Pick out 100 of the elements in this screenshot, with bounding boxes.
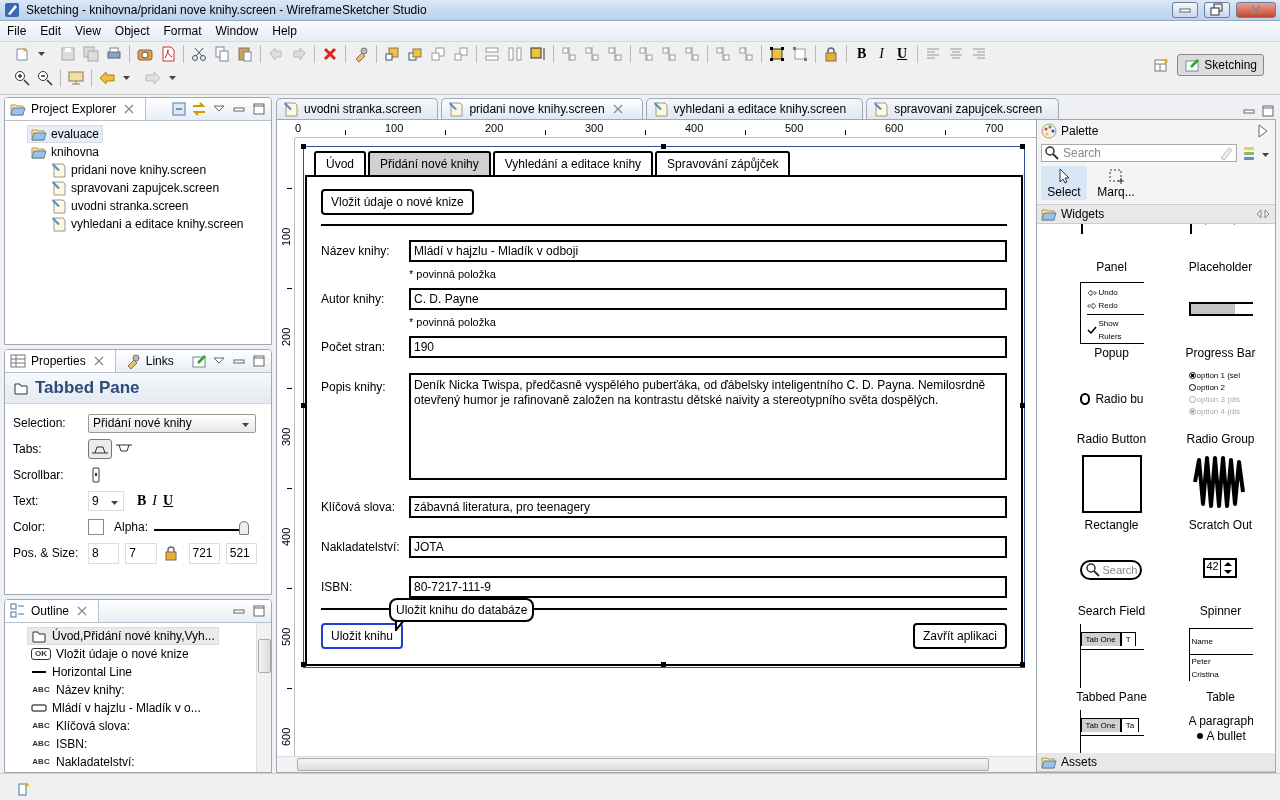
print-icon[interactable] xyxy=(106,46,122,62)
bring-front-icon[interactable] xyxy=(384,46,400,62)
input-field[interactable]: Mládí v hajzlu - Mladík v odboji xyxy=(409,240,1007,262)
maximize-icon[interactable] xyxy=(251,101,267,117)
menu-item[interactable]: Object xyxy=(107,22,157,40)
distribute-icon[interactable] xyxy=(584,46,600,62)
back-arrow-icon[interactable] xyxy=(99,70,115,86)
lock-icon[interactable] xyxy=(162,545,179,561)
new-file-icon[interactable] xyxy=(14,46,30,62)
outline-item[interactable]: ABC Nakladatelství: xyxy=(27,753,139,771)
sync-icon[interactable] xyxy=(191,101,207,117)
mockup-tab[interactable]: Spravování zápůjček xyxy=(655,151,791,175)
group-icon[interactable] xyxy=(769,46,785,62)
outline-item[interactable]: ABC Název knihy: xyxy=(27,681,129,699)
number-field[interactable]: 7 xyxy=(125,542,157,564)
outline-item[interactable]: Horizontal Line xyxy=(27,663,137,681)
tabbed-pane[interactable] xyxy=(303,146,1025,668)
distribute-icon[interactable] xyxy=(715,46,731,62)
search-field[interactable]: Search xyxy=(1041,144,1237,162)
undo-icon[interactable] xyxy=(268,46,284,62)
mockup-tab[interactable]: Přidání nové knihy xyxy=(368,151,491,175)
mockup-button[interactable]: Vložit údaje o nové knize xyxy=(321,189,474,215)
editor-tab[interactable]: vyhledani a editace knihy.screen xyxy=(645,98,864,119)
distribute-icon[interactable] xyxy=(738,46,754,62)
slider-thumb[interactable] xyxy=(239,521,250,535)
align-rows-icon[interactable] xyxy=(484,46,500,62)
widget-label[interactable]: Rectangle xyxy=(1084,518,1139,532)
perspective-button[interactable]: Sketching xyxy=(1177,54,1264,76)
outline-item[interactable]: Úvod,Přidání nové knihy,Vyh... xyxy=(27,627,219,645)
widget-label[interactable]: Radio Button xyxy=(1076,432,1147,446)
lock-icon[interactable] xyxy=(823,46,839,62)
editor-tab[interactable]: uvodni stranka.screen xyxy=(276,98,439,119)
distribute-icon[interactable] xyxy=(607,46,623,62)
selection-handle[interactable] xyxy=(1020,403,1025,408)
restore-button[interactable] xyxy=(1204,2,1230,18)
zoom-out-icon[interactable] xyxy=(37,70,53,86)
tree-item[interactable]: uvodni stranka.screen xyxy=(47,197,193,215)
camera-icon[interactable] xyxy=(137,46,153,62)
tree-item[interactable]: evaluace xyxy=(27,125,104,143)
widget-label[interactable]: Radio Group xyxy=(1186,432,1255,446)
menu-item[interactable]: File xyxy=(0,22,34,40)
widget-label[interactable]: Tabbed Pane xyxy=(1076,690,1147,704)
input-field[interactable]: 190 xyxy=(409,336,1007,358)
maximize-icon[interactable] xyxy=(1260,103,1276,119)
save-icon[interactable] xyxy=(60,46,76,62)
menu-item[interactable]: Window xyxy=(208,22,266,40)
widget-label[interactable]: Spinner xyxy=(1199,604,1242,618)
selection-dropdown[interactable]: Přidání nové knihy xyxy=(88,413,256,433)
selection-handle[interactable] xyxy=(301,144,306,149)
collapse-icon[interactable] xyxy=(171,101,187,117)
italic-button[interactable]: I xyxy=(149,493,160,509)
outline-item[interactable]: Mládí v hajzlu - Mladík v o... xyxy=(27,699,205,717)
selection-handle[interactable] xyxy=(301,662,306,667)
maximize-icon[interactable] xyxy=(251,353,267,369)
distribute-icon[interactable] xyxy=(638,46,654,62)
link-icon[interactable] xyxy=(353,46,369,62)
widget-label[interactable]: Placeholder xyxy=(1188,260,1253,274)
outline-item[interactable]: OK Vložit údaje o nové knize xyxy=(27,645,193,663)
number-field[interactable]: 8 xyxy=(88,542,120,564)
save-all-icon[interactable] xyxy=(83,46,99,62)
widget-label[interactable]: Search Field xyxy=(1077,604,1146,618)
widget-label[interactable]: Progress Bar xyxy=(1185,346,1256,360)
color-swatch[interactable] xyxy=(88,519,104,535)
ungroup-icon[interactable] xyxy=(792,46,808,62)
tab-style-button[interactable] xyxy=(88,439,112,459)
maximize-icon[interactable] xyxy=(251,603,267,619)
menu-item[interactable]: Help xyxy=(265,22,304,40)
editor-tab[interactable]: spravovani zapujcek.screen xyxy=(866,98,1060,119)
distribute-icon[interactable] xyxy=(684,46,700,62)
forward-arrow-icon[interactable] xyxy=(145,70,161,86)
palette-drawer[interactable]: Widgets xyxy=(1037,205,1275,224)
pencil-icon[interactable] xyxy=(191,353,207,369)
delete-icon[interactable] xyxy=(322,46,338,62)
tree-item[interactable]: spravovani zapujcek.screen xyxy=(47,179,224,197)
editor-tab[interactable]: pridani nove knihy.screen xyxy=(441,98,643,119)
palette-tool[interactable]: Select xyxy=(1041,166,1087,200)
align-left-icon[interactable] xyxy=(925,46,942,62)
minimize-button[interactable] xyxy=(1172,2,1198,18)
cut-icon[interactable] xyxy=(191,46,207,62)
input-field[interactable]: zábavná literatura, pro teenagery xyxy=(409,496,1007,518)
close-button[interactable] xyxy=(1236,2,1276,18)
tree-item[interactable]: knihovna xyxy=(27,143,104,161)
tree-item[interactable]: vyhledani a editace knihy.screen xyxy=(47,215,248,233)
status-icon[interactable] xyxy=(16,781,32,797)
forward-icon[interactable] xyxy=(407,46,423,62)
outline-item[interactable]: ABC ISBN: xyxy=(27,735,92,753)
pdf-icon[interactable] xyxy=(160,46,176,62)
monitor-icon[interactable] xyxy=(68,70,84,86)
zoom-in-icon[interactable] xyxy=(14,70,30,86)
distribute-icon[interactable] xyxy=(561,46,577,62)
paste-icon[interactable] xyxy=(237,46,253,62)
menu-item[interactable]: Format xyxy=(156,22,209,40)
widget-label[interactable]: Scratch Out xyxy=(1188,518,1253,532)
bold-button[interactable]: B xyxy=(134,493,150,509)
palette-drawer[interactable]: Assets xyxy=(1037,753,1275,772)
text-area[interactable]: Deník Nicka Twispa, předčasně vyspělého puberťáka, od ďábelsky inteligentního C. D. Payna. Nemilosrdně otevřený humor je rafinovaně založen na kontrastu dětské naivity a stereotypního světa dospělých. xyxy=(409,373,1007,480)
selection-handle[interactable] xyxy=(1020,662,1025,667)
font-size-dropdown[interactable]: 9 xyxy=(88,491,124,511)
align-center-icon[interactable] xyxy=(948,46,965,62)
input-field[interactable]: 80-7217-111-9 xyxy=(409,576,1007,598)
